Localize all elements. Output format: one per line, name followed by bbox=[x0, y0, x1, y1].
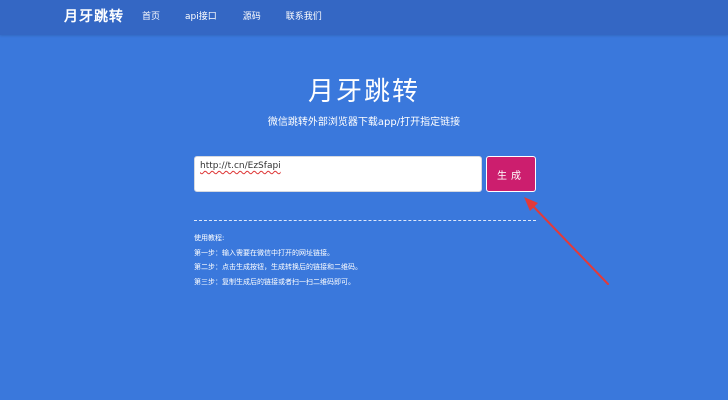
instruction-step-1: 第一步：输入需要在微信中打开的网址链接。 bbox=[194, 248, 334, 257]
usage-instructions: 使用教程: 第一步：输入需要在微信中打开的网址链接。 第二步：点击生成按钮，生成… bbox=[194, 231, 514, 289]
dashed-divider bbox=[194, 220, 536, 221]
nav-link-contact[interactable]: 联系我们 bbox=[286, 10, 322, 24]
url-input[interactable]: http://t.cn/EzSfapi bbox=[194, 156, 482, 192]
brand-logo-text[interactable]: 月牙跳转 bbox=[64, 7, 124, 27]
arrow-shaft bbox=[529, 202, 609, 285]
page-title: 月牙跳转 bbox=[307, 77, 420, 107]
generate-button[interactable]: 生成 bbox=[486, 156, 536, 192]
nav-menu: 首页 api接口 源码 联系我们 bbox=[142, 10, 322, 24]
nav-link-home[interactable]: 首页 bbox=[142, 10, 160, 24]
page-subtitle: 微信跳转外部浏览器下载app/打开指定链接 bbox=[267, 117, 461, 128]
arrow-head bbox=[524, 197, 538, 211]
nav-link-source-code[interactable]: 源码 bbox=[243, 10, 261, 24]
instruction-step-2: 第二步：点击生成按钮，生成转换后的链接和二维码。 bbox=[194, 263, 362, 271]
red-arrow-annotation bbox=[524, 197, 609, 285]
instruction-step-3: 第三步：复制生成后的链接或者扫一扫二维码即可。 bbox=[194, 277, 355, 286]
nav-link-api[interactable]: api接口 bbox=[185, 10, 217, 24]
instructions-heading: 使用教程: bbox=[194, 234, 225, 242]
top-navbar: 月牙跳转 首页 api接口 源码 联系我们 bbox=[0, 0, 728, 35]
